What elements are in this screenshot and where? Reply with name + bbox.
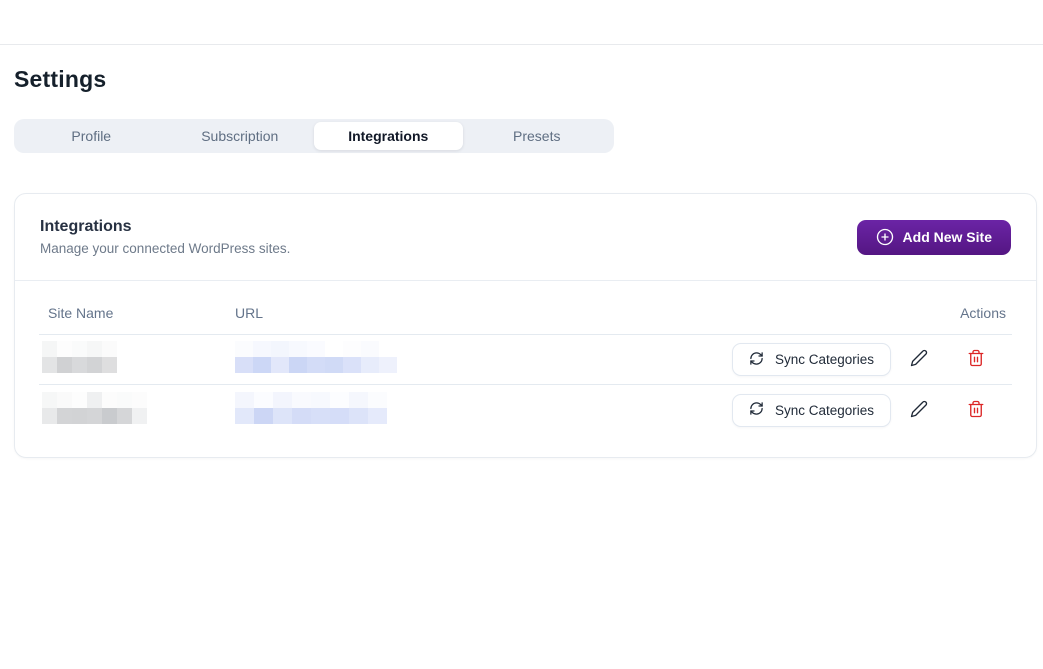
tab-integrations[interactable]: Integrations <box>314 122 463 150</box>
redacted-site-name-mosaic <box>42 392 147 424</box>
tab-presets[interactable]: Presets <box>463 122 612 150</box>
integrations-card-header: Integrations Manage your connected WordP… <box>15 194 1036 281</box>
sync-categories-button[interactable]: Sync Categories <box>732 343 891 376</box>
redacted-site-name-mosaic <box>42 341 117 373</box>
table-row: Sync Categories <box>39 385 1012 435</box>
add-new-site-label: Add New Site <box>903 229 992 245</box>
delete-site-button[interactable] <box>958 392 994 428</box>
column-header-actions: Actions <box>712 305 1012 321</box>
redacted-site-url-mosaic[interactable] <box>235 341 397 373</box>
column-header-url: URL <box>235 305 712 321</box>
sync-categories-label: Sync Categories <box>775 352 874 367</box>
site-name-redacted <box>39 341 235 378</box>
sync-icon <box>749 401 764 419</box>
sites-table-header: Site Name URL Actions <box>39 291 1012 335</box>
table-row: Sync Categories <box>39 335 1012 385</box>
site-name-redacted <box>39 392 235 429</box>
settings-page: Settings Profile Subscription Integratio… <box>0 66 1043 458</box>
site-url-redacted[interactable] <box>235 392 712 429</box>
redacted-site-url-mosaic[interactable] <box>235 392 387 424</box>
pencil-icon <box>910 349 928 370</box>
tab-profile[interactable]: Profile <box>17 122 166 150</box>
sync-categories-label: Sync Categories <box>775 403 874 418</box>
trash-icon <box>967 400 985 421</box>
tab-subscription[interactable]: Subscription <box>166 122 315 150</box>
column-header-site-name: Site Name <box>39 305 235 321</box>
sync-icon <box>749 351 764 369</box>
integrations-card: Integrations Manage your connected WordP… <box>14 193 1037 458</box>
site-url-redacted[interactable] <box>235 341 712 378</box>
delete-site-button[interactable] <box>958 342 994 378</box>
add-new-site-button[interactable]: Add New Site <box>857 220 1011 255</box>
sync-categories-button[interactable]: Sync Categories <box>732 394 891 427</box>
top-navigation-bar <box>0 0 1043 45</box>
sites-table: Site Name URL Actions <box>15 281 1036 457</box>
settings-tabs: Profile Subscription Integrations Preset… <box>14 119 614 153</box>
trash-icon <box>967 349 985 370</box>
card-title: Integrations <box>40 218 290 236</box>
edit-site-button[interactable] <box>901 342 937 378</box>
page-title: Settings <box>14 66 1037 93</box>
plus-circle-icon <box>876 228 894 246</box>
pencil-icon <box>910 400 928 421</box>
row-actions: Sync Categories <box>712 342 1012 378</box>
edit-site-button[interactable] <box>901 392 937 428</box>
integrations-card-heading: Integrations Manage your connected WordP… <box>40 218 290 256</box>
card-subtitle: Manage your connected WordPress sites. <box>40 241 290 256</box>
row-actions: Sync Categories <box>712 392 1012 428</box>
